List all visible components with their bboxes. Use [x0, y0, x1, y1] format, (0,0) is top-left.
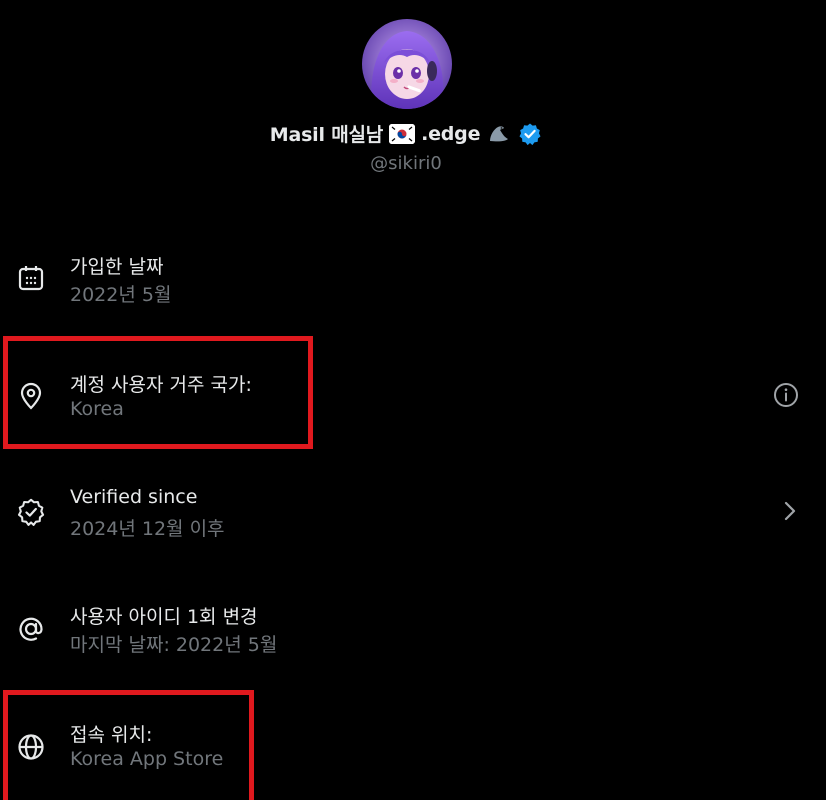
- connected-via-title: 접속 위치:: [70, 724, 153, 746]
- verified-since-row[interactable]: Verified since 2024년 12월 이후: [0, 466, 826, 556]
- account-country-title: 계정 사용자 거주 국가:: [70, 374, 252, 396]
- display-name: Masil 매실남: [269, 124, 384, 146]
- joined-date-title: 가입한 날짜: [70, 256, 164, 278]
- verified-badge-icon[interactable]: [518, 122, 542, 146]
- name-suffix: .edge: [421, 122, 481, 145]
- avatar[interactable]: [362, 19, 452, 109]
- seal-icon: [486, 123, 512, 145]
- location-pin-icon: [16, 381, 46, 411]
- username-changes-value: 마지막 날짜: 2022년 5월: [70, 634, 278, 656]
- chevron-right-icon[interactable]: [776, 497, 804, 525]
- username-changes-title: 사용자 아이디 1회 변경: [70, 606, 258, 628]
- account-country-value: Korea: [70, 398, 124, 420]
- at-sign-icon: [16, 614, 46, 644]
- profile-handle: @sikiri0: [370, 153, 442, 174]
- account-country-row: 계정 사용자 거주 국가: Korea: [0, 350, 826, 440]
- connected-via-value: Korea App Store: [70, 748, 224, 770]
- globe-icon: [16, 732, 46, 762]
- verified-since-value: 2024년 12월 이후: [70, 518, 225, 540]
- username-changes-row: 사용자 아이디 1회 변경 마지막 날짜: 2022년 5월: [0, 584, 826, 674]
- connected-via-row: 접속 위치: Korea App Store: [0, 700, 826, 790]
- joined-date-row: 가입한 날짜 2022년 5월: [0, 232, 826, 322]
- anime-avatar-image: [362, 19, 452, 109]
- profile-name: Masil 매실남 .edge: [0, 120, 812, 147]
- south-korea-flag-icon: [389, 123, 416, 144]
- calendar-icon: [16, 263, 46, 293]
- info-icon[interactable]: [772, 381, 800, 409]
- verified-since-title: Verified since: [70, 486, 198, 508]
- verified-check-icon: [16, 497, 46, 527]
- joined-date-value: 2022년 5월: [70, 284, 172, 306]
- account-info-page: Masil 매실남 .edge @sikiri0 가입한 날짜 2022년 5월…: [0, 0, 826, 800]
